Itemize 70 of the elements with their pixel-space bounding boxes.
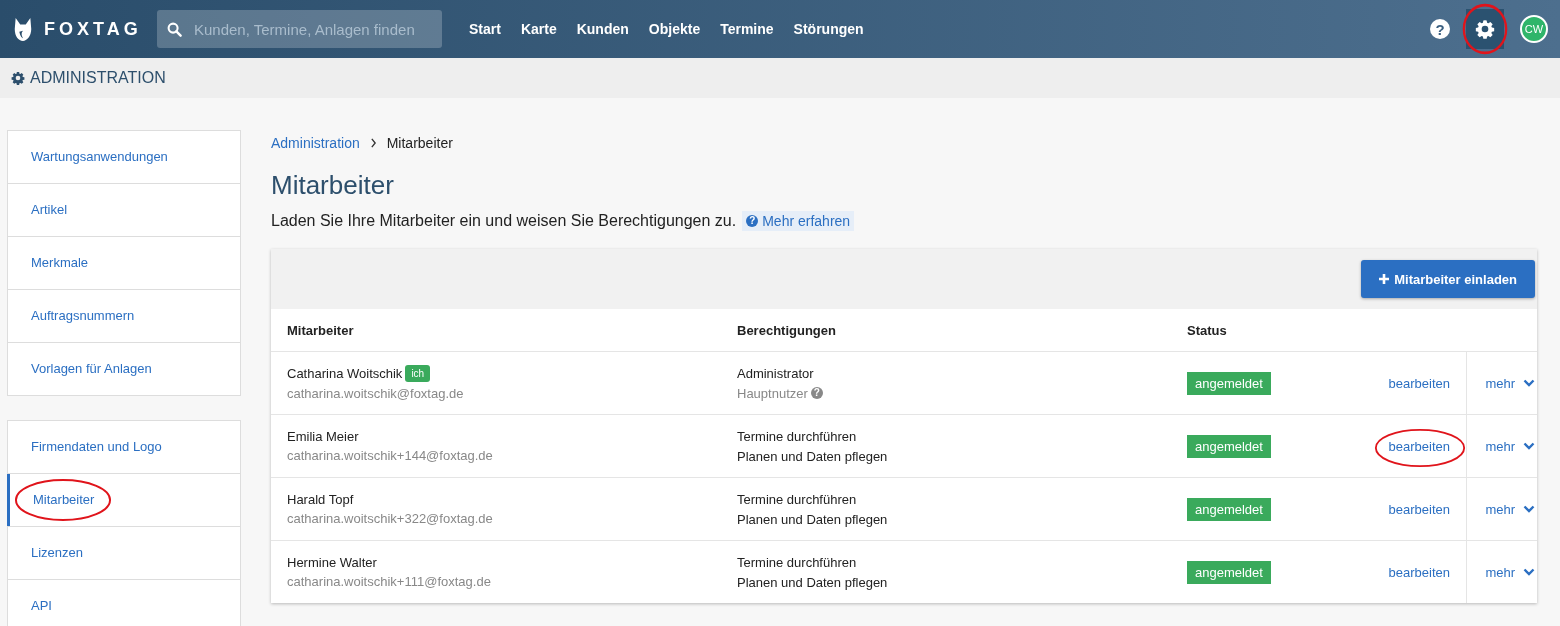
permission-text: Hauptnutzer xyxy=(737,385,808,401)
chevron-down-icon xyxy=(1523,442,1535,450)
chevron-down-icon xyxy=(1523,568,1535,576)
fox-logo-icon xyxy=(12,16,34,42)
edit-link[interactable]: bearbeiten xyxy=(1388,375,1450,391)
permission-text: Termine durchführen xyxy=(737,554,857,570)
more-dropdown[interactable]: mehr xyxy=(1485,375,1535,391)
status-label: angemeldet xyxy=(1187,497,1271,521)
column-header: Status xyxy=(1187,322,1228,338)
page-title: Mitarbeiter xyxy=(271,170,395,201)
plus-icon xyxy=(1379,274,1390,284)
breadcrumb-separator-icon xyxy=(369,138,377,148)
sidebar-item[interactable]: Firmendaten und Logo xyxy=(7,421,240,473)
intro-text: Laden Sie Ihre Mitarbeiter ein und weisen Sie Berechtigungen zu. xyxy=(271,212,737,230)
brand-name: FOXTAG xyxy=(44,18,142,40)
employee-name: Hermine Walter xyxy=(287,555,377,570)
invite-button[interactable]: Mitarbeiter einladen xyxy=(1361,260,1535,298)
settings-icon xyxy=(1475,19,1495,39)
nav-link[interactable]: Start xyxy=(469,21,501,37)
permission-text: Administrator xyxy=(737,365,814,381)
learn-more-link[interactable]: ? Mehr erfahren xyxy=(742,211,855,231)
permission-text: Planen und Daten pflegen xyxy=(737,448,888,464)
more-dropdown[interactable]: mehr xyxy=(1485,564,1535,580)
employee-email: catharina.woitschik+144@foxtag.de xyxy=(287,448,494,463)
column-header: Berechtigungen xyxy=(737,322,837,338)
help-icon[interactable]: ? xyxy=(810,387,823,399)
column-header: Mitarbeiter xyxy=(286,322,355,338)
permission-text: Planen und Daten pflegen xyxy=(737,511,888,527)
breadcrumb-current: Mitarbeiter xyxy=(386,135,453,151)
chevron-down-icon xyxy=(1523,379,1535,387)
nav-link[interactable]: Störungen xyxy=(793,21,864,37)
more-dropdown[interactable]: mehr xyxy=(1485,501,1535,517)
section-title: ADMINISTRATION xyxy=(30,69,166,87)
search-field[interactable]: Kunden, Termine, Anlagen finden xyxy=(157,10,442,48)
sidebar-item[interactable]: API xyxy=(7,580,240,626)
sidebar-item[interactable]: Merkmale xyxy=(7,237,240,289)
sidebar-item[interactable]: Wartungsanwendungen xyxy=(7,131,240,183)
sidebar-item[interactable]: Artikel xyxy=(7,184,240,236)
sidebar-item[interactable]: Mitarbeiter xyxy=(7,474,240,526)
status-label: angemeldet xyxy=(1187,434,1271,458)
edit-link[interactable]: bearbeiten xyxy=(1388,501,1450,517)
employee-name: Emilia Meier xyxy=(287,429,359,444)
employee-name: Harald Topf xyxy=(287,492,354,507)
permission-text: Termine durchführen xyxy=(737,428,857,444)
more-dropdown[interactable]: mehr xyxy=(1485,438,1535,454)
search-input[interactable]: Kunden, Termine, Anlagen finden xyxy=(192,19,432,39)
help-icon: ? xyxy=(746,215,759,227)
employee-name: Catharina Woitschik xyxy=(287,366,403,381)
status-label: angemeldet xyxy=(1187,560,1271,584)
nav-link[interactable]: Termine xyxy=(720,21,774,37)
help-icon[interactable]: ? xyxy=(1430,19,1450,39)
sidebar-item[interactable]: Lizenzen xyxy=(7,527,240,579)
edit-link[interactable]: bearbeiten xyxy=(1388,564,1450,580)
chevron-down-icon xyxy=(1523,505,1535,513)
employee-email: catharina.woitschik+111@foxtag.de xyxy=(287,574,492,589)
breadcrumb-link[interactable]: Administration xyxy=(271,135,360,151)
search-icon xyxy=(167,21,182,37)
settings-icon xyxy=(11,71,25,85)
nav-link[interactable]: Kunden xyxy=(576,21,629,37)
nav-link[interactable]: Objekte xyxy=(648,21,701,37)
status-label: angemeldet xyxy=(1187,371,1271,395)
sidebar-item[interactable]: Vorlagen für Anlagen xyxy=(7,343,240,395)
settings-button[interactable] xyxy=(1466,9,1504,49)
employee-email: catharina.woitschik@foxtag.de xyxy=(287,386,465,401)
nav-link[interactable]: Karte xyxy=(520,21,557,37)
me-badge: ich xyxy=(405,365,431,382)
permission-text: Termine durchführen xyxy=(737,491,857,507)
sidebar-item[interactable]: Auftragsnummern xyxy=(7,290,240,342)
employee-email: catharina.woitschik+322@foxtag.de xyxy=(287,511,494,526)
permission-text: Planen und Daten pflegen xyxy=(737,574,888,590)
